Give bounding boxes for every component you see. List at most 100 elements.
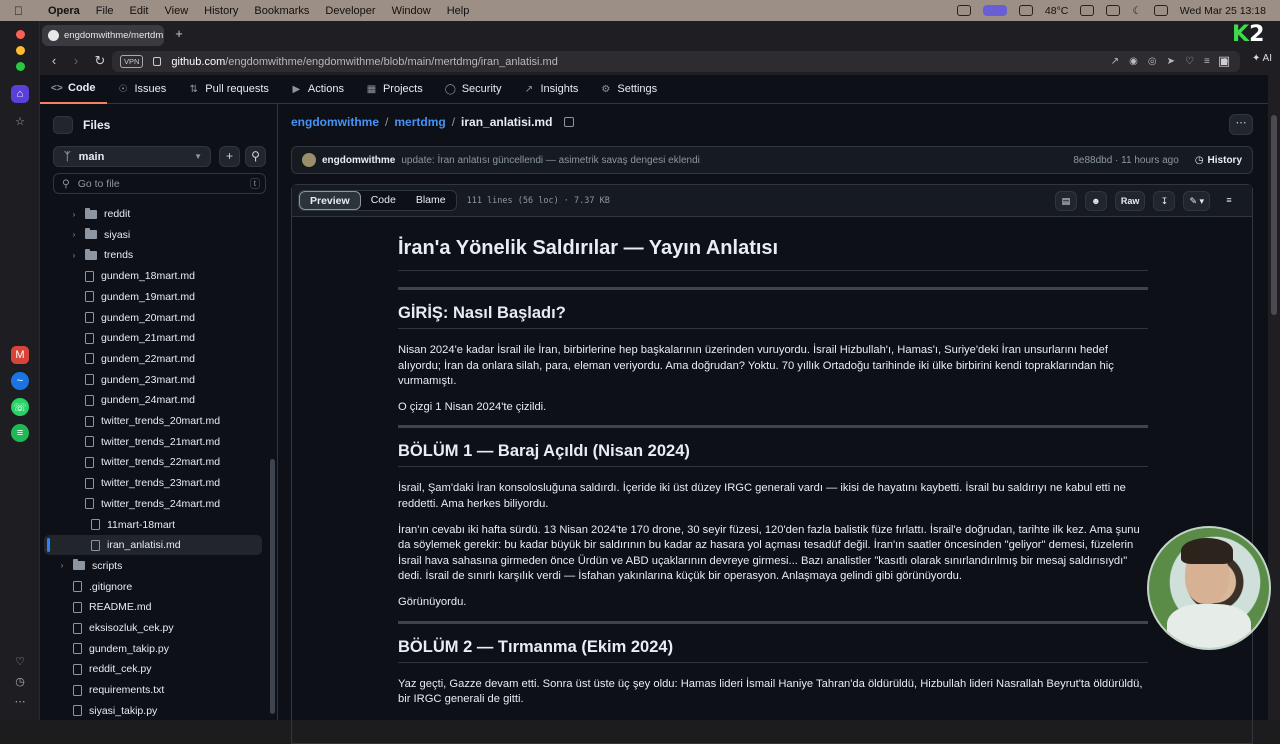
- clock[interactable]: Wed Mar 25 13:18: [1180, 5, 1266, 17]
- spotify-icon[interactable]: ≡: [11, 424, 29, 442]
- tree-file[interactable]: twitter_trends_24mart.md: [44, 494, 262, 514]
- tree-file[interactable]: 11mart-18mart: [44, 515, 262, 535]
- tree-file[interactable]: gundem_18mart.md: [44, 266, 262, 286]
- tab-insights[interactable]: ↗ Insights: [512, 75, 589, 104]
- more-options-button[interactable]: ⋯: [1229, 114, 1253, 135]
- share-icon[interactable]: ↗: [1111, 56, 1119, 67]
- tab-pull-requests[interactable]: ⇅ Pull requests: [177, 75, 280, 104]
- tree-file[interactable]: reddit_cek.py: [44, 659, 262, 679]
- open-folder-icon[interactable]: ▤: [1054, 190, 1077, 211]
- heart-bookmark-icon[interactable]: ♡: [1185, 56, 1194, 67]
- new-tab-button[interactable]: +: [172, 27, 186, 41]
- tree-file[interactable]: gundem_21mart.md: [44, 328, 262, 348]
- camera-icon[interactable]: ◉: [1129, 56, 1138, 67]
- copy-path-icon[interactable]: [564, 117, 575, 127]
- zoom-window-button[interactable]: [16, 62, 25, 71]
- menu-bookmarks[interactable]: Bookmarks: [246, 5, 317, 17]
- moon-icon[interactable]: ☾: [1132, 5, 1141, 17]
- home-icon[interactable]: ⌂: [11, 85, 29, 103]
- tab-issues[interactable]: ☉ Issues: [107, 75, 178, 104]
- shield-icon[interactable]: ◎: [1148, 56, 1157, 67]
- chevron-right-icon[interactable]: ›: [70, 230, 78, 239]
- outline-icon[interactable]: ≡: [1218, 191, 1240, 211]
- back-icon[interactable]: ‹: [46, 53, 62, 69]
- tree-file[interactable]: gundem_20mart.md: [44, 308, 262, 328]
- tree-file[interactable]: twitter_trends_23mart.md: [44, 473, 262, 493]
- forward-icon[interactable]: ›: [68, 53, 84, 69]
- send-icon[interactable]: ➤: [1167, 56, 1175, 67]
- tree-file[interactable]: gundem_23mart.md: [44, 370, 262, 390]
- gmail-icon[interactable]: M: [11, 346, 29, 364]
- tab-preview[interactable]: Preview: [299, 191, 361, 210]
- tab-code[interactable]: <> Code: [40, 75, 107, 104]
- heart-icon[interactable]: ♡: [11, 652, 29, 670]
- chevron-right-icon[interactable]: ›: [70, 210, 78, 219]
- tree-file[interactable]: README.md: [44, 597, 262, 617]
- menu-help[interactable]: Help: [439, 5, 478, 17]
- search-files-button[interactable]: ⚲: [245, 146, 266, 167]
- url-text[interactable]: github.com/engdomwithme/engdomwithme/blo…: [171, 56, 557, 68]
- go-to-file-input[interactable]: ⚲ Go to file t: [53, 173, 266, 194]
- list-icon[interactable]: ≡: [1204, 56, 1210, 67]
- tab-projects[interactable]: ▦ Projects: [355, 75, 434, 104]
- battery-icon[interactable]: [1106, 5, 1121, 16]
- aria-icon[interactable]: ☆: [11, 112, 29, 130]
- branch-selector[interactable]: ᛉ main ▼: [53, 146, 211, 167]
- collapse-panel-icon[interactable]: [53, 116, 73, 134]
- commit-author[interactable]: engdomwithme: [322, 155, 395, 166]
- temperature-readout[interactable]: 48°C: [1045, 5, 1068, 17]
- chevron-right-icon[interactable]: ›: [70, 251, 78, 260]
- tree-file[interactable]: gundem_takip.py: [44, 639, 262, 659]
- breadcrumb-owner[interactable]: engdomwithme: [291, 115, 379, 129]
- breadcrumb-folder[interactable]: mertdmg: [394, 115, 445, 129]
- edit-icon[interactable]: ✎ ▾: [1183, 190, 1210, 211]
- avatar[interactable]: [302, 153, 316, 167]
- close-window-button[interactable]: [16, 30, 25, 39]
- tab-settings[interactable]: ⚙ Settings: [589, 75, 668, 104]
- menu-window[interactable]: Window: [384, 5, 439, 17]
- tab-github[interactable]: engdomwithme/mertdm: [42, 25, 164, 46]
- commit-message[interactable]: update: İran anlatısı güncellendi — asim…: [401, 155, 700, 166]
- tree-folder[interactable]: › trends: [44, 245, 262, 265]
- tab-code-view[interactable]: Code: [361, 191, 406, 210]
- raw-button[interactable]: Raw: [1114, 190, 1146, 211]
- messenger-icon[interactable]: ~: [11, 372, 29, 390]
- copilot-icon[interactable]: ☻: [1084, 190, 1107, 211]
- cube-icon[interactable]: ▣: [1216, 53, 1232, 69]
- menu-view[interactable]: View: [157, 5, 197, 17]
- menu-edit[interactable]: Edit: [122, 5, 157, 17]
- history-clock-icon[interactable]: ◷: [11, 672, 29, 690]
- screen-record-icon[interactable]: [956, 5, 971, 16]
- more-icon[interactable]: ⋯: [11, 692, 29, 710]
- menu-app-name[interactable]: Opera: [40, 5, 88, 17]
- tree-file[interactable]: twitter_trends_21mart.md: [44, 432, 262, 452]
- display-icon[interactable]: [1080, 5, 1095, 16]
- chevron-right-icon[interactable]: ›: [58, 561, 66, 570]
- minimize-window-button[interactable]: [16, 46, 25, 55]
- url-field[interactable]: VPN github.com/engdomwithme/engdomwithme…: [112, 51, 1240, 72]
- tree-file[interactable]: twitter_trends_22mart.md: [44, 452, 262, 472]
- whatsapp-icon[interactable]: ☏: [11, 398, 29, 416]
- tree-file[interactable]: gundem_24mart.md: [44, 390, 262, 410]
- tree-file[interactable]: requirements.txt: [44, 680, 262, 700]
- tree-file[interactable]: .gitignore: [44, 577, 262, 597]
- menu-file[interactable]: File: [88, 5, 122, 17]
- lock-icon[interactable]: [153, 57, 162, 66]
- menu-developer[interactable]: Developer: [317, 5, 383, 17]
- tree-folder[interactable]: › scripts: [44, 556, 262, 576]
- download-icon[interactable]: ↧: [1153, 190, 1176, 211]
- control-center-icon[interactable]: [1153, 5, 1168, 16]
- tree-file[interactable]: eksisozluk_cek.py: [44, 618, 262, 638]
- history-button[interactable]: ◷ History: [1195, 155, 1242, 166]
- tree-file[interactable]: iran_anlatisi.md: [44, 535, 262, 556]
- tab-blame[interactable]: Blame: [406, 191, 456, 210]
- commit-meta[interactable]: 8e88dbd · 11 hours ago: [1073, 155, 1178, 166]
- tab-actions[interactable]: ▶ Actions: [280, 75, 355, 104]
- file-tree-scrollbar[interactable]: [270, 204, 275, 714]
- tree-file[interactable]: siyasi_takip.py: [44, 701, 262, 720]
- page-scrollbar[interactable]: [1268, 75, 1280, 720]
- menu-history[interactable]: History: [196, 5, 246, 17]
- tree-file[interactable]: twitter_trends_20mart.md: [44, 411, 262, 431]
- tree-file[interactable]: gundem_22mart.md: [44, 349, 262, 369]
- extension-icon[interactable]: [1018, 5, 1033, 16]
